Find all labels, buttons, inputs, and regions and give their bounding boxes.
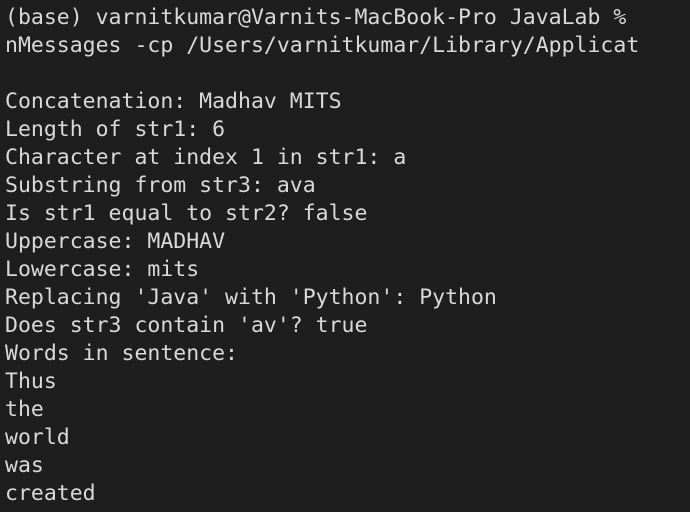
output-line: Length of str1: 6 <box>5 117 226 142</box>
terminal-window[interactable]: (base) varnitkumar@Varnits-MacBook-Pro J… <box>0 0 690 512</box>
output-line: world <box>5 425 70 450</box>
output-line: Character at index 1 in str1: a <box>5 145 407 170</box>
output-line: Is str1 equal to str2? false <box>5 201 368 226</box>
output-line: Words in sentence: <box>5 341 238 366</box>
output-line: Does str3 contain 'av'? true <box>5 313 368 338</box>
output-line: created <box>5 481 96 506</box>
output-line: Uppercase: MADHAV <box>5 229 226 254</box>
command-line: nMessages -cp /Users/varnitkumar/Library… <box>5 33 640 58</box>
output-line: the <box>5 397 44 422</box>
output-line: Replacing 'Java' with 'Python': Python <box>5 285 497 310</box>
output-line: was <box>5 453 44 478</box>
output-line: Lowercase: mits <box>5 257 200 282</box>
output-line: Concatenation: Madhav MITS <box>5 89 342 114</box>
output-line: Thus <box>5 369 57 394</box>
prompt-line: (base) varnitkumar@Varnits-MacBook-Pro J… <box>5 5 640 30</box>
output-line: Substring from str3: ava <box>5 173 316 198</box>
